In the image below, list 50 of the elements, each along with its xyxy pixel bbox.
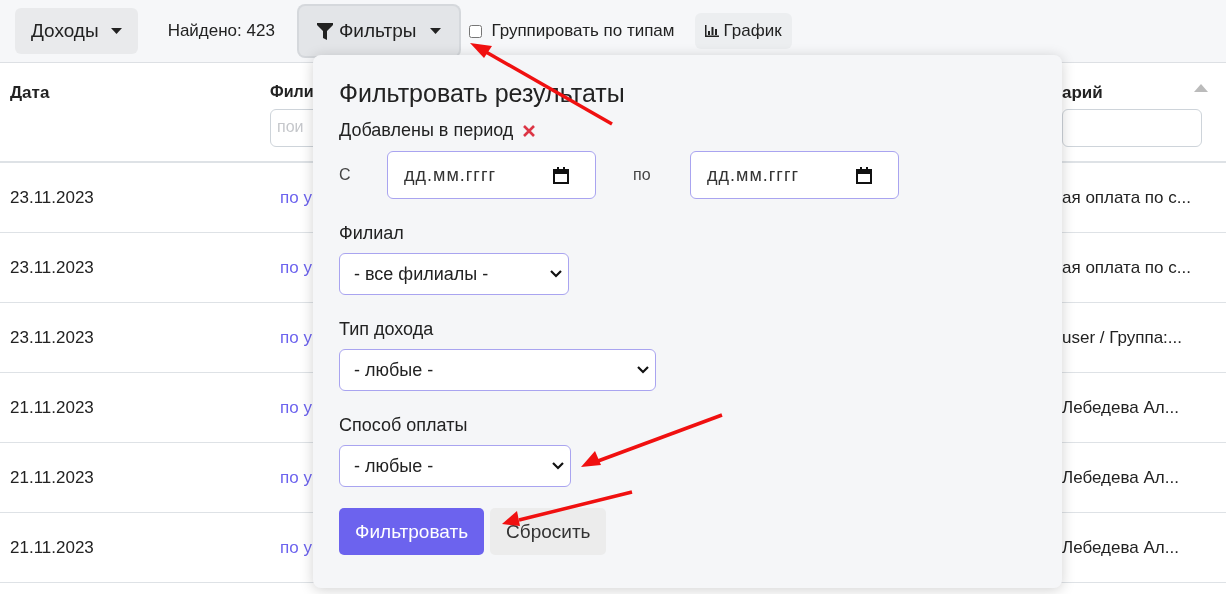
date-cell: 23.11.2023 [10, 257, 94, 277]
income-menu-button[interactable]: Доходы [15, 8, 138, 54]
column-header: Фили [270, 83, 314, 102]
date-cell: 23.11.2023 [10, 187, 94, 207]
caret-icon [430, 27, 442, 35]
date-cell: 21.11.2023 [10, 397, 94, 417]
chevron-icon [552, 462, 564, 470]
funnel-icon [316, 22, 333, 40]
table-cell: ая оплата по с... [1062, 187, 1191, 207]
table-cell: Лебедева Ал... [1062, 537, 1179, 557]
calendar-icon[interactable] [553, 166, 569, 184]
dropdown[interactable]: - любые - [339, 445, 571, 487]
column-header: Дата [10, 83, 50, 104]
date-cell: 21.11.2023 [10, 537, 94, 557]
branch-link[interactable]: по у [280, 327, 312, 347]
dropdown[interactable]: - все филиалы - [339, 253, 569, 295]
reset-button[interactable]: Сбросить [490, 508, 607, 555]
field-label: Способ оплаты [339, 415, 469, 436]
bar-chart-icon [704, 25, 719, 37]
table-cell: user / Группа:... [1062, 327, 1182, 347]
branch-link[interactable]: по у [280, 397, 312, 417]
from-label: С [339, 166, 352, 184]
column-header: арий [1062, 83, 1103, 104]
table-cell: ая оплата по с... [1062, 257, 1191, 277]
date-cell: 23.11.2023 [10, 327, 94, 347]
calendar-icon[interactable] [856, 166, 872, 184]
to-label: по [633, 166, 652, 184]
branch-link[interactable]: по у [280, 257, 312, 277]
field-label: Филиал [339, 223, 405, 244]
caret-icon [110, 27, 122, 35]
table-cell: Лебедева Ал... [1062, 397, 1179, 417]
group-checkbox[interactable]: Группировать по типам [469, 21, 675, 41]
branch-link[interactable]: по у [280, 467, 312, 487]
branch-link[interactable]: по у [280, 187, 312, 207]
field-label: Тип дохода [339, 319, 435, 340]
date-field[interactable]: дд.мм.гггг [690, 151, 899, 199]
date-cell: 21.11.2023 [10, 467, 94, 487]
results-count: Найдено: 423 [167, 21, 275, 41]
close-icon[interactable] [523, 124, 536, 137]
chart-button[interactable]: График [694, 13, 792, 49]
dropdown[interactable]: - любые - [339, 349, 656, 391]
field-label: Добавлены в период [339, 120, 514, 141]
filter-submit-button[interactable]: Фильтровать [339, 508, 485, 555]
branch-link[interactable]: по у [280, 537, 312, 557]
filters-button[interactable]: Фильтры [298, 6, 460, 56]
checkbox[interactable] [469, 24, 483, 38]
chevron-icon [637, 366, 649, 374]
table-cell: Лебедева Ал... [1062, 467, 1179, 487]
chevron-icon [550, 270, 562, 278]
date-field[interactable]: дд.мм.гггг [387, 151, 596, 199]
